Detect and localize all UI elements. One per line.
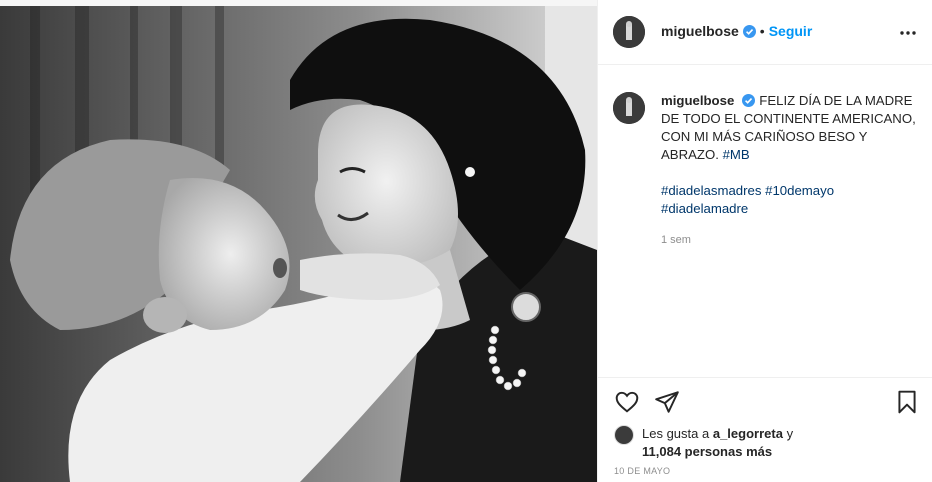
likes-conjunction: y (786, 426, 794, 441)
avatar[interactable] (613, 16, 645, 48)
likes-count-link[interactable]: 11,084 personas más (642, 444, 772, 459)
avatar-image (613, 16, 645, 48)
likes-text: Les gusta a a_legorreta y 11,084 persona… (642, 425, 922, 461)
likes-prefix: Les gusta a (642, 426, 710, 441)
caption-username-link[interactable]: miguelbose (661, 93, 734, 108)
post-side-panel: miguelbose • Seguir miguelbose FELIZ DÍA DE… (597, 0, 932, 482)
liker-avatar[interactable] (614, 425, 634, 445)
hashtag-link[interactable]: #diadelamadre (661, 201, 748, 216)
post-photo[interactable] (0, 0, 597, 482)
caption-avatar-image (613, 92, 645, 124)
separator-dot: • (759, 23, 765, 39)
post-header: miguelbose • Seguir (598, 0, 932, 65)
verified-badge-icon (742, 94, 756, 107)
heart-icon[interactable] (614, 389, 640, 415)
verified-badge-icon (742, 25, 756, 38)
post-date[interactable]: 10 DE MAYO (614, 466, 670, 476)
paper-plane-icon[interactable] (654, 389, 680, 415)
instagram-post: miguelbose • Seguir miguelbose FELIZ DÍA DE… (0, 0, 932, 482)
post-caption: miguelbose FELIZ DÍA DE LA MADRE DE TODO … (661, 92, 921, 218)
hashtag-link[interactable]: #MB (723, 147, 750, 162)
caption-timestamp[interactable]: 1 sem (661, 234, 691, 246)
bookmark-icon[interactable] (894, 389, 920, 415)
header-name-wrap: miguelbose • Seguir (661, 23, 812, 39)
hashtag-list: #diadelasmadres #10demayo #diadelamadre (661, 182, 921, 218)
follow-button[interactable]: Seguir (769, 23, 813, 39)
liker-username-link[interactable]: a_legorreta (713, 426, 783, 441)
caption-avatar[interactable] (613, 92, 645, 124)
hashtag-link[interactable]: #diadelasmadres (661, 183, 761, 198)
action-bar (598, 377, 932, 427)
photo-image (0, 0, 597, 482)
username-link[interactable]: miguelbose (661, 23, 739, 39)
hashtag-link[interactable]: #10demayo (765, 183, 834, 198)
more-options-icon[interactable] (899, 24, 917, 42)
